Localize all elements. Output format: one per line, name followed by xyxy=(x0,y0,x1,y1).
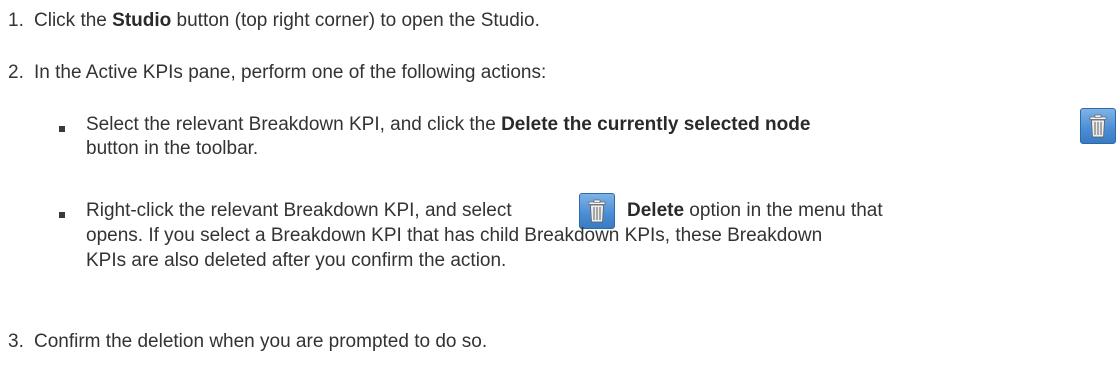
step-number: 3. xyxy=(8,331,24,352)
bullet-text-cont: Delete option in the menu that xyxy=(627,200,883,221)
trash-icon xyxy=(579,193,615,229)
step-text: Confirm the deletion when you are prompt… xyxy=(34,331,488,352)
bullet-marker xyxy=(59,126,65,132)
delete-label: Delete xyxy=(627,200,685,221)
step-number: 1. xyxy=(8,10,24,31)
bullet-text: Select the relevant Breakdown KPI, and c… xyxy=(86,114,811,135)
studio-label: Studio xyxy=(112,10,172,31)
trash-icon xyxy=(1080,108,1116,144)
bullet-marker xyxy=(59,212,65,218)
step-number: 2. xyxy=(8,62,24,83)
step-text: In the Active KPIs pane, perform one of … xyxy=(34,62,547,83)
delete-node-label: Delete the currently selected node xyxy=(501,114,811,135)
bullet-text-line2: button in the toolbar. xyxy=(86,138,259,159)
step-text: Click the Studio button (top right corne… xyxy=(34,10,540,31)
bullet-text: Right-click the relevant Breakdown KPI, … xyxy=(86,200,512,221)
bullet-text-line3: KPIs are also deleted after you confirm … xyxy=(86,250,507,271)
bullet-text-line2: opens. If you select a Breakdown KPI tha… xyxy=(86,225,823,246)
